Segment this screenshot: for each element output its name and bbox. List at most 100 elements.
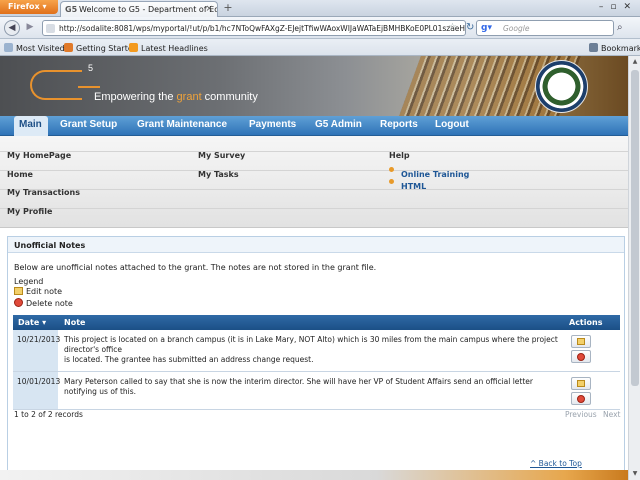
submenu-divider (0, 189, 628, 190)
table-row: 10/21/2013 This project is located on a … (13, 330, 620, 372)
notes-table-header: Date ▾ Note Actions (13, 315, 620, 330)
folder-icon (4, 43, 13, 52)
note-text-line: is located. The grantee has submitted an… (64, 355, 314, 364)
nav-logout[interactable]: Logout (435, 119, 469, 130)
new-tab-button[interactable]: + (221, 2, 235, 15)
bookmark-getting-started[interactable]: Getting Started (64, 43, 138, 53)
submenu-help-title: Help (389, 151, 410, 160)
site-identity-icon[interactable] (46, 24, 55, 33)
delete-note-icon (577, 395, 585, 403)
unofficial-notes-panel: Unofficial Notes Below are unofficial no… (7, 236, 625, 480)
firefox-icon (64, 43, 73, 52)
edit-note-icon (577, 380, 585, 387)
g5-logo[interactable] (30, 70, 82, 100)
note-text-line: This project is located on a branch camp… (64, 335, 558, 354)
firefox-menu-button[interactable]: Firefox ▾ (0, 0, 58, 14)
legend-edit: Edit note (14, 287, 62, 296)
footer-strip (0, 470, 628, 480)
bullet-icon (389, 179, 394, 184)
browser-navbar: ◀ ▶ http://sodalite:8081/wps/myportal/!u… (0, 17, 640, 39)
column-header-date[interactable]: Date ▾ (18, 318, 46, 327)
back-button[interactable]: ◀ (4, 20, 20, 36)
nav-reports[interactable]: Reports (380, 119, 418, 130)
column-header-note: Note (64, 318, 86, 327)
delete-note-button[interactable] (571, 350, 591, 363)
nav-payments[interactable]: Payments (249, 119, 296, 130)
pager-next[interactable]: Next (603, 410, 620, 419)
notes-panel-title: Unofficial Notes (8, 237, 624, 253)
window-controls[interactable]: –▫✕ (599, 2, 638, 12)
address-bar-url: http://sodalite:8081/wps/myportal/!ut/p/… (59, 24, 466, 33)
submenu-my-survey[interactable]: My Survey (198, 151, 245, 160)
g5-logo-superscript: 5 (88, 63, 94, 73)
column-header-label: Date (18, 318, 40, 327)
nav-grant-maintenance[interactable]: Grant Maintenance (137, 119, 227, 130)
browser-titlebar: Firefox ▾ G5 Welcome to G5 - Department … (0, 0, 640, 17)
main-navigation: Main Grant Setup Grant Maintenance Payme… (0, 116, 628, 136)
edit-note-button[interactable] (571, 335, 591, 348)
address-bar[interactable]: http://sodalite:8081/wps/myportal/!ut/p/… (42, 20, 466, 36)
main-submenu: My HomePage Home My Transactions My Prof… (0, 136, 628, 228)
site-tagline: Empowering the grant community (94, 91, 258, 103)
help-html-link[interactable]: HTML (401, 182, 426, 191)
help-online-training-link[interactable]: Online Training (401, 170, 469, 179)
column-header-actions: Actions (569, 318, 603, 327)
edit-note-icon (14, 287, 23, 295)
records-count: 1 to 2 of 2 records (14, 410, 83, 419)
bookmark-star-icon[interactable]: ☆ (448, 22, 457, 33)
submenu-divider (0, 208, 628, 209)
scrollbar-thumb[interactable] (631, 70, 639, 386)
submenu-my-transactions[interactable]: My Transactions (7, 188, 80, 197)
submenu-my-homepage[interactable]: My HomePage (7, 151, 71, 160)
legend-title: Legend (14, 277, 44, 286)
submenu-my-profile[interactable]: My Profile (7, 207, 52, 216)
note-text-line: Mary Peterson called to say that she is … (64, 377, 533, 396)
legend-edit-label: Edit note (26, 287, 63, 296)
bookmark-label: Most Visited (16, 44, 65, 53)
note-text: Mary Peterson called to say that she is … (64, 377, 564, 397)
submenu-home[interactable]: Home (7, 170, 33, 179)
search-input[interactable]: g▾ Google (476, 20, 614, 36)
legend-delete-label: Delete note (26, 299, 73, 308)
page-scrollbar[interactable]: ▲ ▼ (628, 56, 640, 480)
tab-title: Welcome to G5 - Department of Educatio..… (79, 5, 217, 14)
search-placeholder: Google (503, 24, 530, 33)
bookmark-label: Latest Headlines (141, 44, 208, 53)
note-date: 10/21/2013 (13, 330, 60, 371)
sort-desc-icon: ▾ (42, 318, 47, 327)
tagline-part: Empowering the (94, 91, 177, 103)
google-search-icon[interactable]: g▾ (481, 23, 492, 33)
bookmarks-menu-label: Bookmarks (601, 44, 640, 53)
nav-g5-admin[interactable]: G5 Admin (315, 119, 362, 130)
delete-note-button[interactable] (571, 392, 591, 405)
page-viewport: 5 Empowering the grant community Main Gr… (0, 56, 628, 480)
firefox-menu-label: Firefox (8, 2, 40, 11)
forward-button[interactable]: ▶ (22, 22, 38, 34)
back-to-top-link[interactable]: ^ Back to Top (530, 459, 582, 468)
tagline-part: community (201, 91, 258, 103)
submenu-divider (0, 170, 628, 171)
edit-note-button[interactable] (571, 377, 591, 390)
edit-note-icon (577, 338, 585, 345)
bookmarks-icon (589, 43, 598, 52)
nav-main[interactable]: Main (14, 116, 48, 136)
delete-note-icon (577, 353, 585, 361)
submenu-my-tasks[interactable]: My Tasks (198, 170, 239, 179)
site-banner: 5 Empowering the grant community (0, 56, 628, 116)
department-of-education-seal (535, 60, 588, 113)
close-tab-icon[interactable]: × (205, 4, 213, 14)
pager-previous[interactable]: Previous (565, 410, 597, 419)
bookmark-latest-headlines[interactable]: Latest Headlines (129, 43, 208, 53)
g5-favicon-icon: G5 (65, 5, 78, 14)
nav-grant-setup[interactable]: Grant Setup (60, 119, 117, 130)
bookmark-most-visited[interactable]: Most Visited (4, 43, 65, 53)
bullet-icon (389, 167, 394, 172)
browser-tab[interactable]: G5 Welcome to G5 - Department of Educati… (60, 1, 218, 17)
submenu-divider (0, 151, 628, 152)
reload-icon[interactable]: ↻ (466, 22, 474, 33)
search-go-icon[interactable]: ⌕ (617, 22, 623, 33)
scroll-up-icon[interactable]: ▲ (629, 56, 640, 68)
tagline-accent: grant (176, 91, 202, 103)
bookmarks-menu[interactable]: Bookmarks (589, 43, 640, 53)
scroll-down-icon[interactable]: ▼ (629, 468, 640, 480)
